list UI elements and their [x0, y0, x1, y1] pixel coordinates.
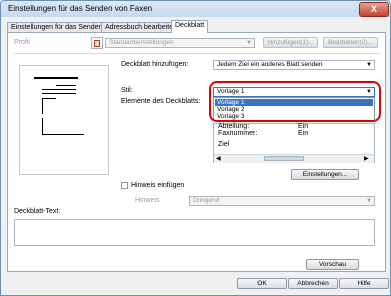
element-name: Abteilung:	[218, 123, 250, 130]
coversheet-preview	[19, 65, 109, 175]
ok-button[interactable]: OK	[237, 278, 287, 289]
horizontal-scrollbar[interactable]: ◀ ▶	[214, 154, 374, 163]
chevron-down-icon: ▼	[366, 62, 372, 68]
separator	[14, 53, 380, 54]
help-button[interactable]: Hilfe	[339, 278, 389, 289]
cancel-button[interactable]: Abbrechen	[288, 278, 338, 289]
note-label: Hinweis	[135, 197, 160, 204]
tab-send-settings[interactable]: Einstellungen für das Senden	[7, 22, 107, 32]
profile-add-button[interactable]: Hinzufügen(1)...	[263, 37, 318, 48]
note-checkbox-label: Hinweis einfügen	[131, 182, 185, 189]
profile-icon	[91, 37, 103, 49]
element-name: Ziel	[218, 141, 230, 148]
chevron-down-icon: ▼	[366, 198, 372, 204]
note-checkbox[interactable]	[121, 182, 128, 189]
element-value: Ein	[298, 123, 309, 130]
chevron-right-icon[interactable]: ▶	[364, 155, 369, 162]
window-title: Einstellungen für das Senden von Faxen	[8, 4, 153, 13]
element-name: Faxnummer:	[218, 130, 258, 137]
close-icon: X	[370, 4, 377, 14]
profile-select[interactable]: Standardeinstellungen ▼	[105, 38, 255, 48]
scroll-thumb[interactable]	[264, 156, 304, 161]
dialog-window: Einstellungen für das Senden von Faxen X…	[0, 0, 391, 296]
settings-button[interactable]: Einstellungen...	[291, 169, 359, 180]
preview-button[interactable]: Vorschau	[306, 259, 359, 270]
chevron-left-icon[interactable]: ◀	[216, 155, 221, 162]
element-value: Ein	[298, 130, 309, 137]
coversheet-add-label: Deckblatt hinzufügen:	[121, 61, 189, 68]
chevron-down-icon: ▼	[246, 40, 252, 46]
style-label: Stil:	[121, 87, 133, 94]
coversheet-add-select[interactable]: Jedem Ziel ein anderes Blatt senden ▼	[213, 60, 375, 70]
note-select[interactable]: Dringend ▼	[189, 196, 375, 206]
profile-label: Profil	[14, 39, 30, 46]
title-bar: Einstellungen für das Senden von Faxen X	[1, 1, 390, 17]
coversheet-text-area[interactable]	[14, 219, 375, 246]
coversheet-text-label: Deckblatt-Text:	[14, 208, 61, 215]
tab-coversheet[interactable]: Deckblatt	[171, 20, 209, 33]
close-button[interactable]: X	[359, 2, 389, 17]
profile-edit-button[interactable]: Bearbeiten(2)...	[323, 37, 378, 48]
tab-address-book[interactable]: Adressbuch bearbeiten	[101, 22, 181, 32]
elements-label: Elemente des Deckblatts:	[121, 98, 201, 105]
elements-list[interactable]: Abteilung: Ein Faxnummer: Ein Ziel ◀ ▶	[213, 123, 375, 163]
highlight-annotation	[209, 81, 381, 122]
